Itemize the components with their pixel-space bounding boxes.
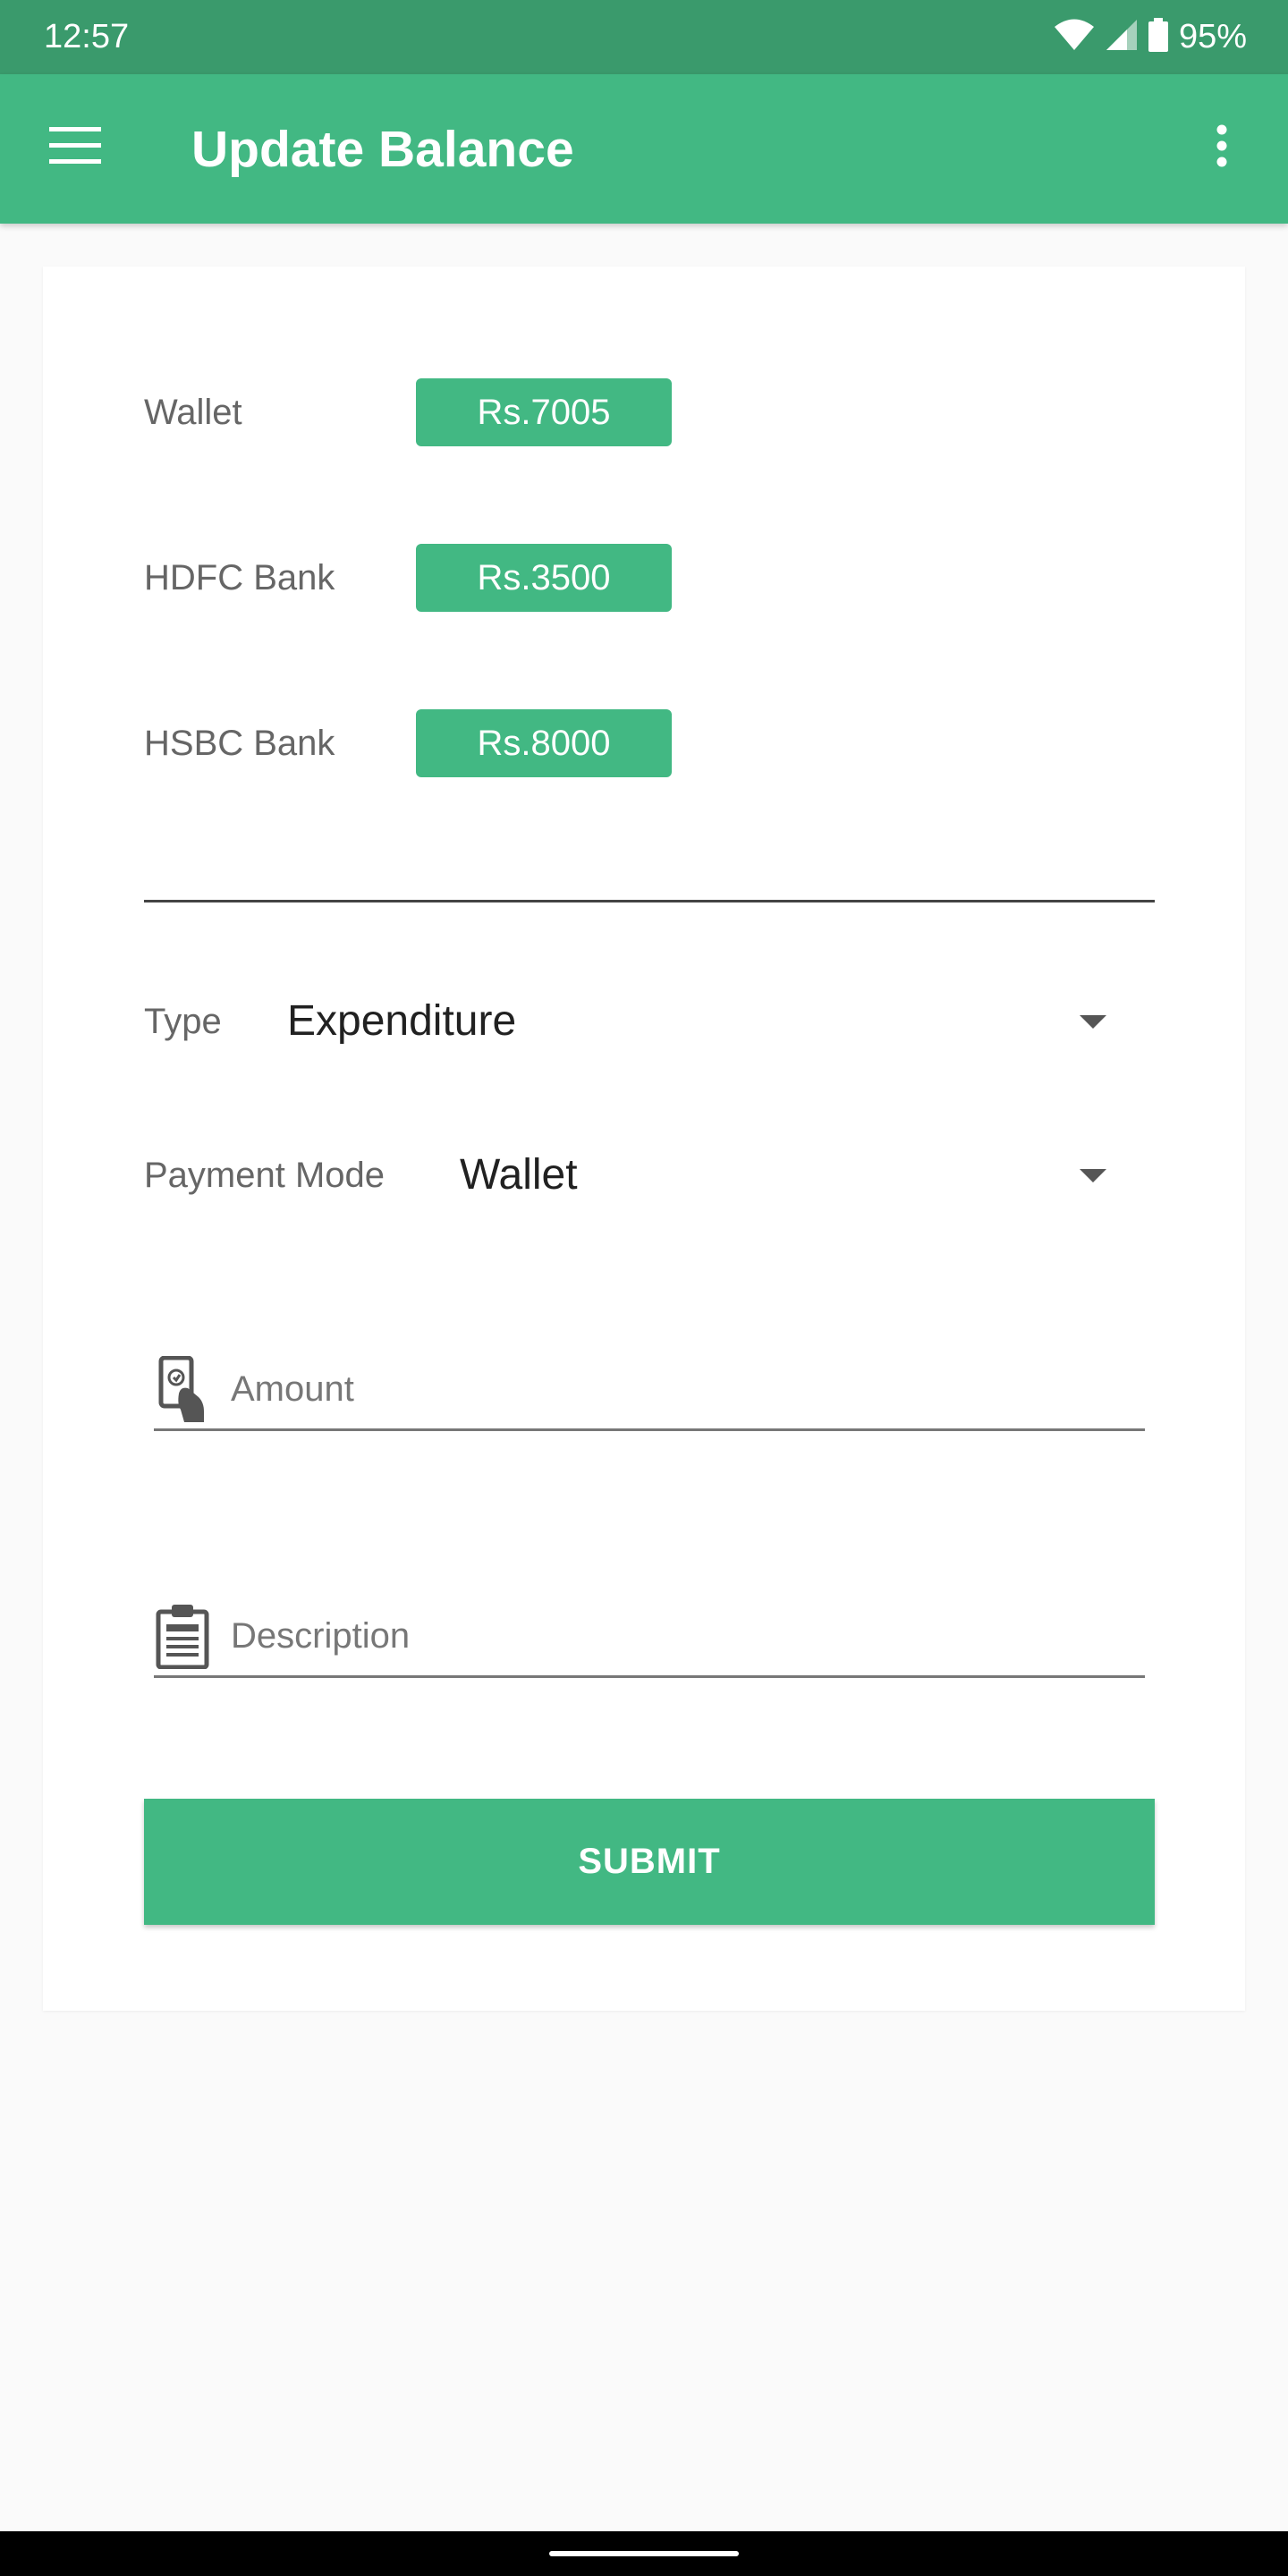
payment-mode-select-value: Wallet <box>460 1151 578 1199</box>
arrow-drop-down-icon <box>1080 1015 1106 1029</box>
balance-label: Wallet <box>144 393 242 432</box>
clipboard-icon <box>154 1603 211 1670</box>
payment-mode-select[interactable]: Wallet <box>460 1140 1155 1211</box>
cell-signal-icon <box>1106 19 1138 55</box>
page-title: Update Balance <box>191 121 574 178</box>
menu-icon <box>49 126 101 169</box>
payment-mode-select-row: Payment Mode Wallet <box>144 1140 1155 1211</box>
status-icons: 95% <box>1054 16 1247 57</box>
cash-hand-icon <box>154 1355 211 1422</box>
submit-button[interactable]: SUBMIT <box>144 1799 1155 1925</box>
more-vert-icon <box>1216 124 1227 172</box>
wifi-icon <box>1054 19 1095 55</box>
more-options-button[interactable] <box>1177 103 1267 192</box>
description-field[interactable]: Description <box>154 1597 1145 1678</box>
balance-row-hsbc: HSBC Bank Rs.8000 <box>144 709 770 777</box>
amount-placeholder: Amount <box>231 1369 354 1409</box>
amount-field[interactable]: Amount <box>154 1351 1145 1431</box>
balance-amount-badge: Rs.8000 <box>416 709 672 777</box>
menu-button[interactable] <box>30 103 120 192</box>
payment-mode-label: Payment Mode <box>144 1156 386 1195</box>
app-bar: Update Balance <box>0 74 1288 224</box>
status-time: 12:57 <box>44 18 130 55</box>
home-gesture-handle[interactable] <box>549 2551 739 2556</box>
battery-percentage: 95% <box>1178 18 1247 55</box>
type-select-row: Type Expenditure <box>144 986 1155 1057</box>
status-bar: 12:57 95% <box>0 0 1288 74</box>
description-placeholder: Description <box>231 1616 411 1656</box>
balance-row-wallet: Wallet Rs.7005 <box>144 378 770 446</box>
balance-amount-badge: Rs.3500 <box>416 544 672 612</box>
type-select-value: Expenditure <box>287 997 517 1045</box>
update-balance-card: Wallet Rs.7005 HDFC Bank Rs.3500 HSBC Ba… <box>43 267 1245 2011</box>
type-select[interactable]: Expenditure <box>287 986 1155 1057</box>
balance-row-hdfc: HDFC Bank Rs.3500 <box>144 544 770 612</box>
navigation-bar <box>0 2531 1288 2576</box>
battery-icon <box>1148 17 1168 56</box>
balance-label: HSBC Bank <box>144 724 335 763</box>
type-label: Type <box>144 1002 222 1041</box>
balance-label: HDFC Bank <box>144 558 335 597</box>
balance-amount-badge: Rs.7005 <box>416 378 672 446</box>
arrow-drop-down-icon <box>1080 1169 1106 1182</box>
divider <box>144 900 1155 902</box>
